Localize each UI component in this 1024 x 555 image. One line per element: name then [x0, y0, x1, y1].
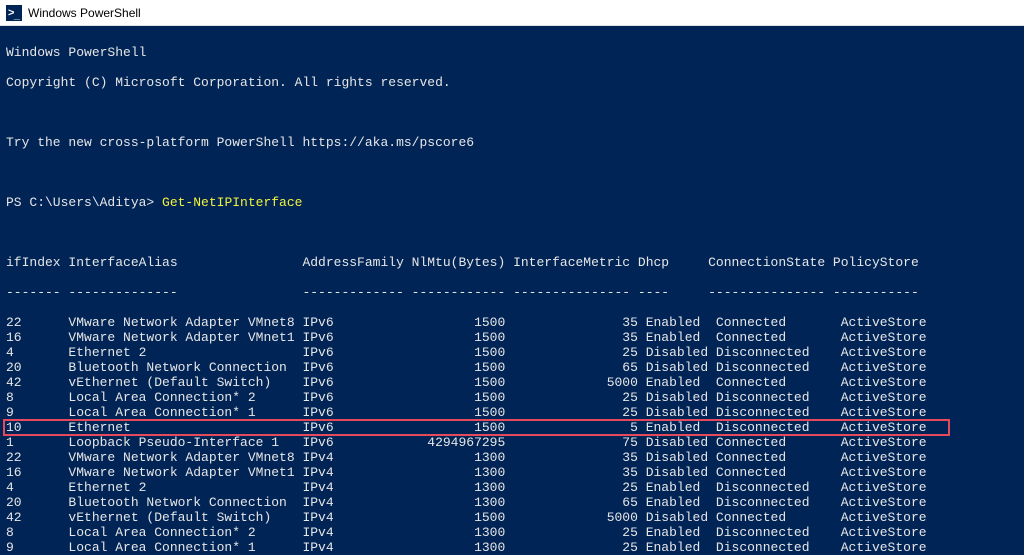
table-row: 8 Local Area Connection* 2 IPv6 1500 25 …	[6, 390, 1018, 405]
table-row: 4 Ethernet 2 IPv6 1500 25 Disabled Disco…	[6, 345, 1018, 360]
blank-line	[6, 225, 1018, 240]
table-row: 16 VMware Network Adapter VMnet1 IPv6 15…	[6, 330, 1018, 345]
terminal-area[interactable]: Windows PowerShell Copyright (C) Microso…	[0, 26, 1024, 555]
table-row: 9 Local Area Connection* 1 IPv4 1300 25 …	[6, 540, 1018, 555]
blank-line	[6, 105, 1018, 120]
table-header-dashes: ------- -------------- ------------- ---…	[6, 285, 1018, 300]
highlighted-row: 10 Ethernet IPv6 1500 5 Enabled Disconne…	[6, 420, 1018, 435]
table-row: 8 Local Area Connection* 2 IPv4 1300 25 …	[6, 525, 1018, 540]
blank-line	[6, 165, 1018, 180]
table-row: 10 Ethernet IPv6 1500 5 Enabled Disconne…	[6, 420, 1018, 435]
intro-line: Windows PowerShell	[6, 45, 1018, 60]
table-row: 42 vEthernet (Default Switch) IPv4 1500 …	[6, 510, 1018, 525]
window-titlebar[interactable]: Windows PowerShell	[0, 0, 1024, 26]
table-row: 42 vEthernet (Default Switch) IPv6 1500 …	[6, 375, 1018, 390]
table-row: 4 Ethernet 2 IPv4 1300 25 Enabled Discon…	[6, 480, 1018, 495]
table-row: 9 Local Area Connection* 1 IPv6 1500 25 …	[6, 405, 1018, 420]
intro-line: Copyright (C) Microsoft Corporation. All…	[6, 75, 1018, 90]
prompt-line: PS C:\Users\Aditya> Get-NetIPInterface	[6, 195, 1018, 210]
table-row: 20 Bluetooth Network Connection IPv4 130…	[6, 495, 1018, 510]
table-header: ifIndex InterfaceAlias AddressFamily NlM…	[6, 255, 1018, 270]
powershell-icon	[6, 5, 22, 21]
intro-line: Try the new cross-platform PowerShell ht…	[6, 135, 1018, 150]
table-body: 22 VMware Network Adapter VMnet8 IPv6 15…	[6, 315, 1018, 555]
prompt-prefix: PS C:\Users\Aditya>	[6, 195, 162, 210]
table-row: 1 Loopback Pseudo-Interface 1 IPv6 42949…	[6, 435, 1018, 450]
window-title: Windows PowerShell	[28, 6, 141, 20]
table-row: 22 VMware Network Adapter VMnet8 IPv4 13…	[6, 450, 1018, 465]
command-text: Get-NetIPInterface	[162, 195, 302, 210]
table-row: 22 VMware Network Adapter VMnet8 IPv6 15…	[6, 315, 1018, 330]
table-row: 16 VMware Network Adapter VMnet1 IPv4 13…	[6, 465, 1018, 480]
table-row: 20 Bluetooth Network Connection IPv6 150…	[6, 360, 1018, 375]
